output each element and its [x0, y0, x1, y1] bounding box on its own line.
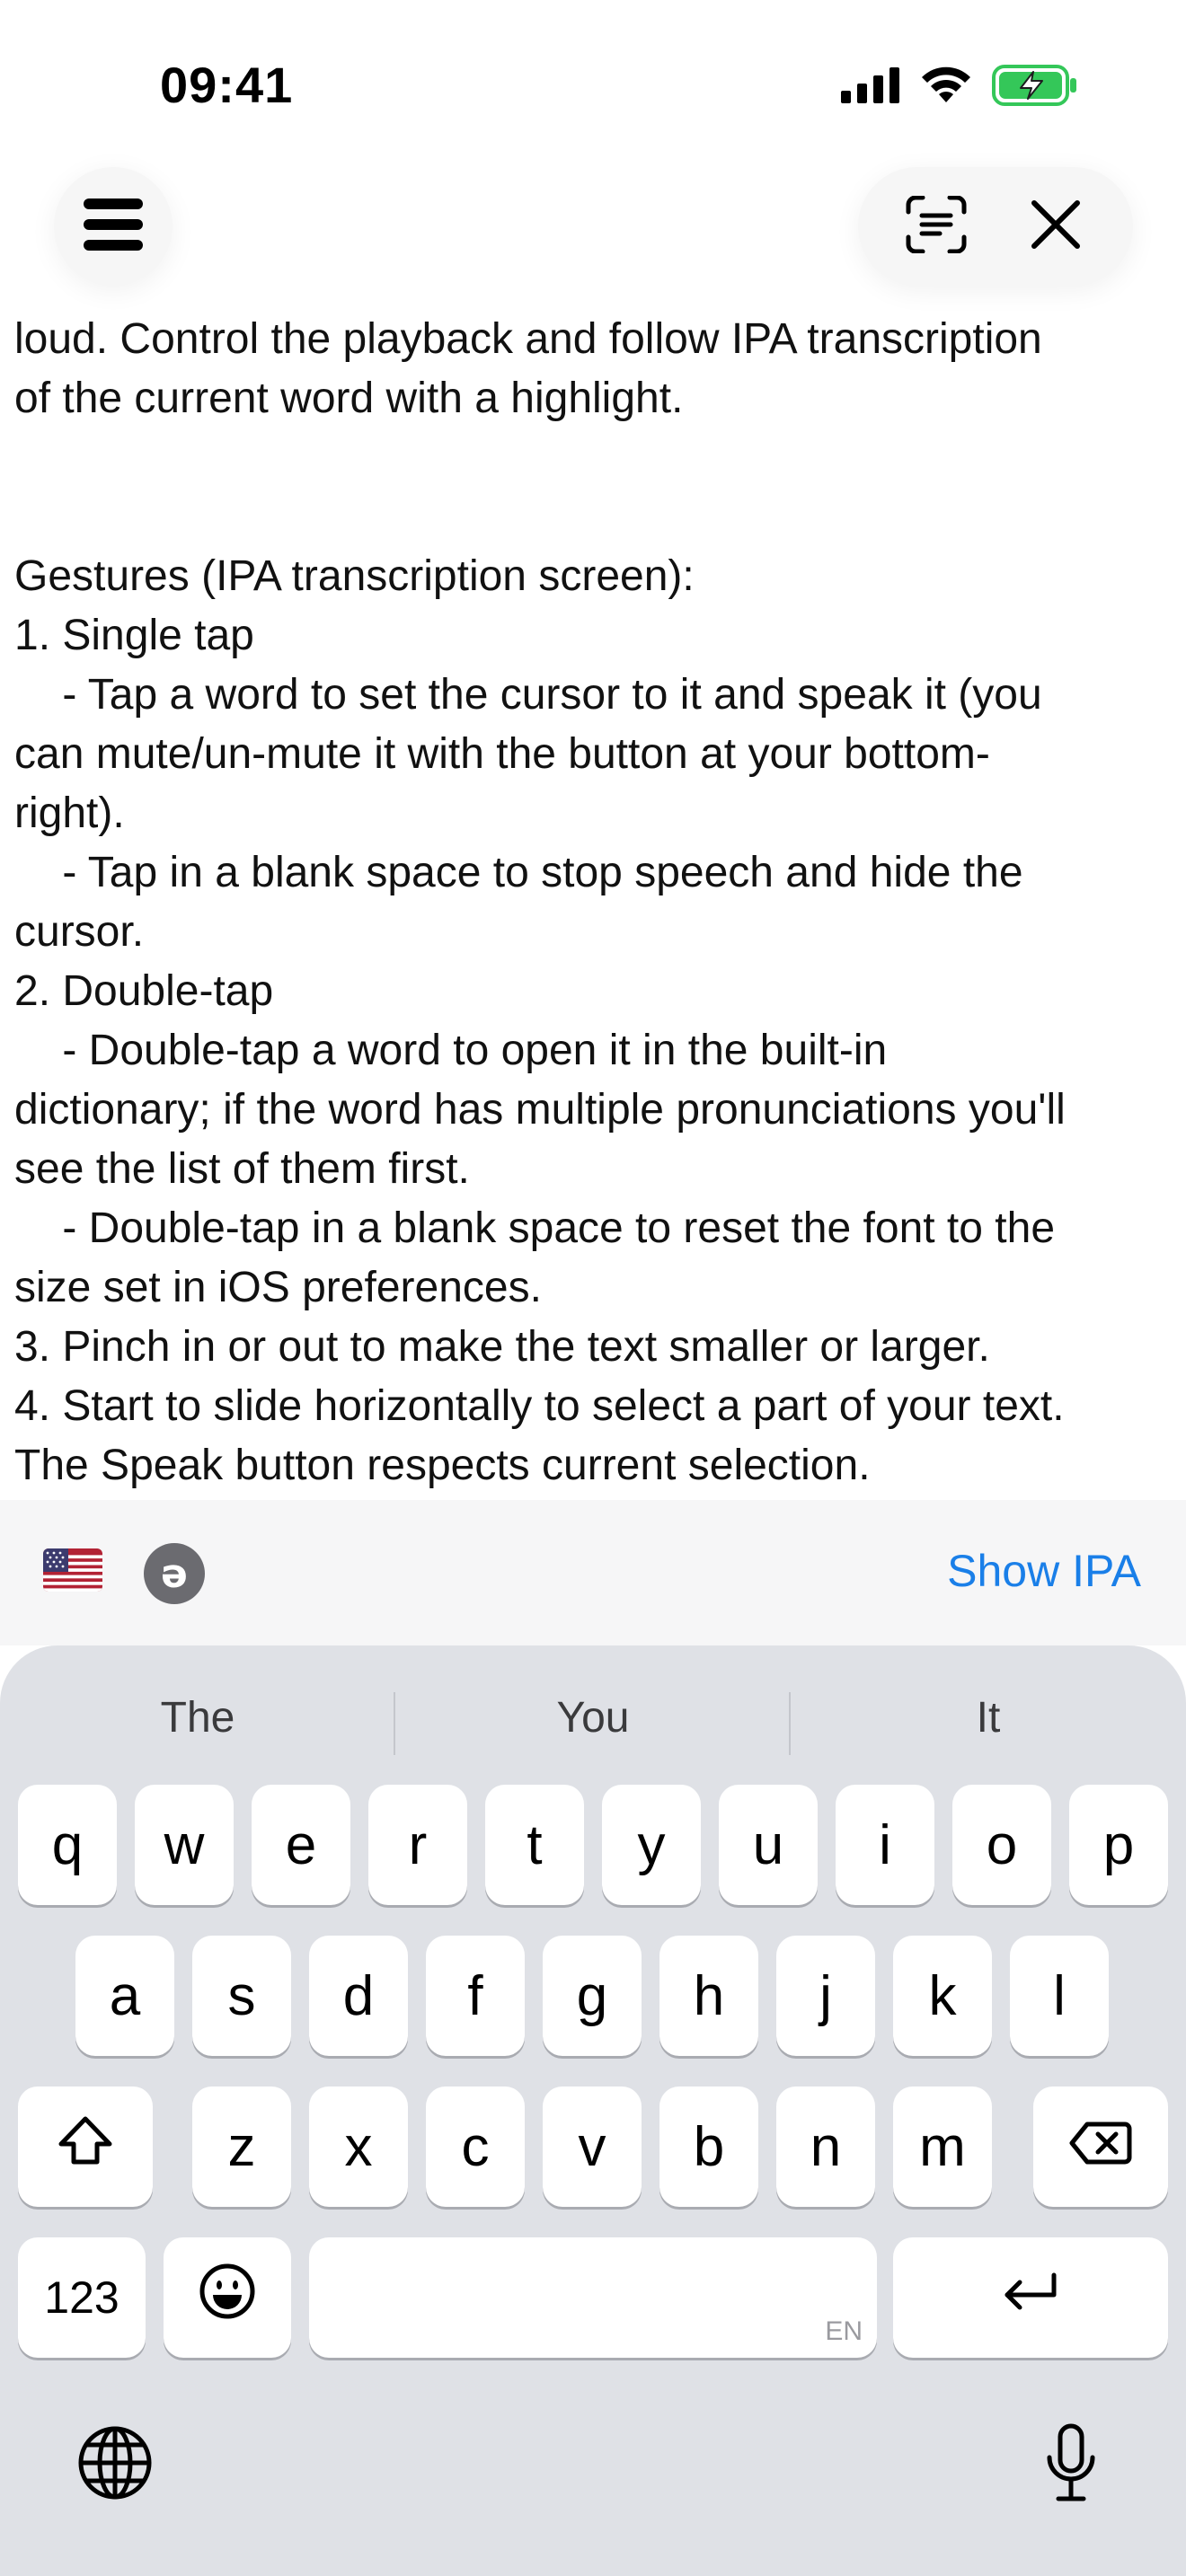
text-line: - Double-tap in a blank space to reset t… [14, 1204, 1056, 1252]
menu-button[interactable] [54, 167, 173, 286]
key-r[interactable]: r [368, 1785, 467, 1905]
text-line: see the list of them first. [14, 1145, 470, 1193]
key-h[interactable]: h [659, 1936, 758, 2056]
key-n[interactable]: n [776, 2086, 875, 2207]
accessory-bar: ə Show IPA [0, 1500, 1186, 1645]
return-key[interactable] [893, 2237, 1168, 2358]
key-b[interactable]: b [659, 2086, 758, 2207]
text-line: - Tap a word to set the cursor to it and… [14, 671, 1042, 719]
key-d[interactable]: d [309, 1936, 408, 2056]
space-language-label: EN [825, 2316, 863, 2346]
text-line: size set in iOS preferences. [14, 1264, 542, 1311]
text-line [14, 428, 1173, 488]
battery-charging-icon [992, 64, 1078, 110]
status-icons [841, 64, 1078, 110]
status-bar: 09:41 [0, 0, 1186, 171]
close-button[interactable] [1011, 181, 1101, 271]
text-line: right). [14, 790, 125, 837]
text-content: loud. Control the playback and follow IP… [14, 310, 1173, 1495]
hamburger-menu-icon [84, 198, 143, 255]
emoji-key[interactable] [164, 2237, 291, 2358]
cellular-signal-icon [841, 66, 900, 108]
us-flag-icon[interactable] [43, 1548, 102, 1592]
key-u[interactable]: u [719, 1785, 818, 1905]
text-line: 4. Start to slide horizontally to select… [14, 1382, 1065, 1430]
key-p[interactable]: p [1069, 1785, 1168, 1905]
key-q[interactable]: q [18, 1785, 117, 1905]
text-line [14, 488, 1173, 547]
screen: loud. Control the playback and follow IP… [0, 0, 1186, 2576]
suggestion-3[interactable]: It [809, 1672, 1168, 1762]
return-icon [1002, 2266, 1059, 2330]
text-line: - Tap in a blank space to stop speech an… [14, 849, 1023, 896]
key-i[interactable]: i [836, 1785, 934, 1905]
text-line: cursor. [14, 908, 145, 956]
keyboard: The You It q w e r t y u i o p a s d f g… [0, 1645, 1186, 2576]
text-line: dictionary; if the word has multiple pro… [14, 1086, 1066, 1134]
key-a[interactable]: a [75, 1936, 174, 2056]
suggestion-bar: The You It [0, 1672, 1186, 1771]
show-ipa-button[interactable]: Show IPA [947, 1545, 1141, 1597]
text-line: - Double-tap a word to open it in the bu… [14, 1027, 888, 1074]
text-line: Gestures (IPA transcription screen): [14, 552, 695, 600]
shift-icon [58, 2115, 113, 2179]
globe-icon [77, 2425, 153, 2505]
text-line: 3. Pinch in or out to make the text smal… [14, 1323, 990, 1371]
text-line: can mute/un-mute it with the button at y… [14, 730, 990, 778]
key-j[interactable]: j [776, 1936, 875, 2056]
text-line: loud. Control the playback and follow IP… [14, 315, 1042, 363]
numbers-key[interactable]: 123 [18, 2237, 146, 2358]
key-y[interactable]: y [602, 1785, 701, 1905]
key-z[interactable]: z [192, 2086, 291, 2207]
key-m[interactable]: m [893, 2086, 992, 2207]
top-right-actions [858, 167, 1133, 286]
microphone-icon [1044, 2423, 1098, 2507]
space-bar[interactable]: EN [309, 2237, 877, 2358]
text-scan-icon [906, 195, 967, 258]
suggestion-divider [394, 1692, 395, 1755]
text-line: of the current word with a highlight. [14, 375, 684, 422]
key-s[interactable]: s [192, 1936, 291, 2056]
status-time: 09:41 [160, 57, 294, 113]
key-g[interactable]: g [543, 1936, 642, 2056]
key-k[interactable]: k [893, 1936, 992, 2056]
key-f[interactable]: f [426, 1936, 525, 2056]
key-v[interactable]: v [543, 2086, 642, 2207]
dictation-button[interactable] [1026, 2420, 1116, 2510]
globe-button[interactable] [70, 2420, 160, 2510]
key-c[interactable]: c [426, 2086, 525, 2207]
schwa-button[interactable]: ə [144, 1543, 205, 1604]
text-line: 2. Double-tap [14, 967, 274, 1015]
emoji-icon [199, 2263, 256, 2333]
key-e[interactable]: e [252, 1785, 350, 1905]
key-x[interactable]: x [309, 2086, 408, 2207]
text-line: The Speak button respects current select… [14, 1442, 871, 1489]
wifi-icon [920, 66, 972, 109]
suggestion-1[interactable]: The [18, 1672, 377, 1762]
key-l[interactable]: l [1010, 1936, 1109, 2056]
suggestion-divider [789, 1692, 791, 1755]
close-icon [1031, 199, 1081, 254]
text-view[interactable]: loud. Control the playback and follow IP… [0, 153, 1186, 1500]
key-w[interactable]: w [135, 1785, 234, 1905]
delete-key[interactable] [1033, 2086, 1168, 2207]
backspace-icon [1069, 2115, 1132, 2179]
text-line: 1. Single tap [14, 612, 254, 659]
key-o[interactable]: o [952, 1785, 1051, 1905]
suggestion-2[interactable]: You [413, 1672, 773, 1762]
key-t[interactable]: t [485, 1785, 584, 1905]
scan-text-button[interactable] [891, 181, 981, 271]
shift-key[interactable] [18, 2086, 153, 2207]
